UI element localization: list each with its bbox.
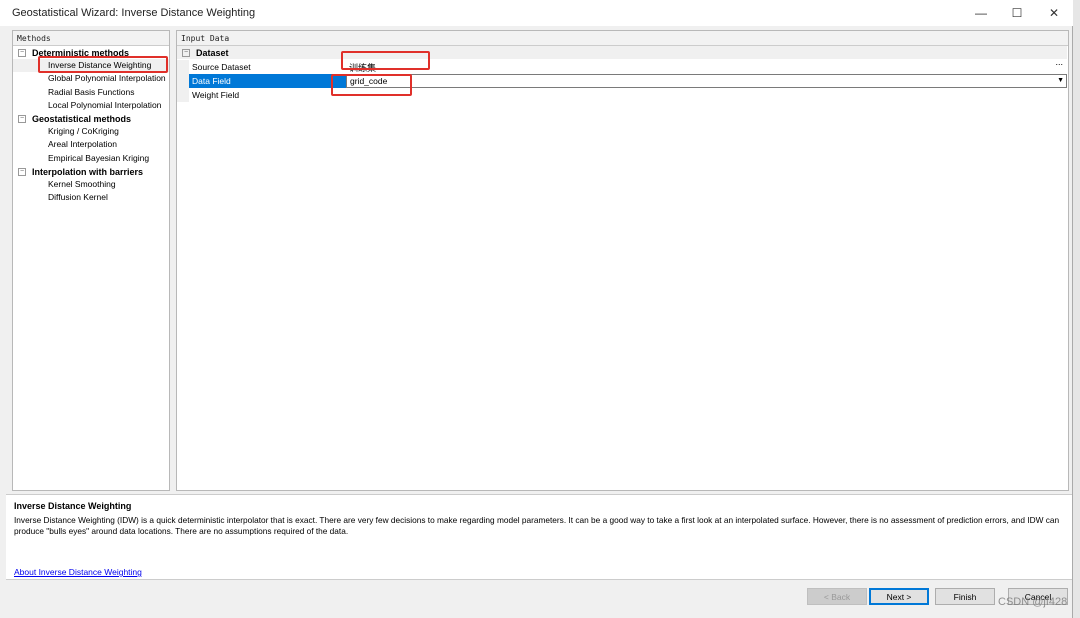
data-field-label: Data Field bbox=[189, 74, 346, 88]
method-item[interactable]: Diffusion Kernel bbox=[13, 191, 169, 204]
method-item[interactable]: Areal Interpolation bbox=[13, 138, 169, 151]
method-item[interactable]: Empirical Bayesian Kriging bbox=[13, 152, 169, 165]
back-button[interactable]: < Back bbox=[807, 588, 867, 605]
next-button[interactable]: Next > bbox=[869, 588, 929, 605]
method-item[interactable]: Global Polynomial Interpolation bbox=[13, 72, 169, 85]
title-bar: Geostatistical Wizard: Inverse Distance … bbox=[0, 0, 1073, 26]
method-group[interactable]: − Interpolation with barriers bbox=[13, 165, 169, 178]
maximize-button[interactable]: ☐ bbox=[999, 0, 1035, 26]
weight-field-row[interactable]: Weight Field bbox=[177, 88, 1067, 102]
methods-header: Methods bbox=[13, 31, 169, 46]
highlight-box-source bbox=[341, 51, 430, 70]
highlight-box-field bbox=[331, 74, 412, 96]
collapse-icon[interactable]: − bbox=[182, 48, 190, 57]
description-pane: Inverse Distance Weighting Inverse Dista… bbox=[6, 494, 1072, 580]
source-dataset-row[interactable]: Source Dataset 训练集 ... bbox=[177, 57, 1067, 74]
collapse-icon[interactable]: − bbox=[18, 114, 26, 123]
browse-button[interactable]: ... bbox=[1055, 57, 1063, 67]
method-group-label: Interpolation with barriers bbox=[32, 166, 144, 177]
data-field-row[interactable]: Data Field grid_code ▼ bbox=[177, 74, 1067, 88]
dropdown-arrow-icon[interactable]: ▼ bbox=[1057, 75, 1064, 87]
method-group-label: Geostatistical methods bbox=[32, 113, 132, 124]
method-group[interactable]: − Geostatistical methods bbox=[13, 112, 169, 125]
methods-panel: Methods − Deterministic methods Inverse Di… bbox=[12, 30, 170, 491]
window-title: Geostatistical Wizard: Inverse Distance … bbox=[12, 7, 256, 19]
description-text: Inverse Distance Weighting (IDW) is a qu… bbox=[14, 515, 1060, 536]
data-field-select[interactable]: grid_code ▼ bbox=[346, 74, 1067, 88]
input-data-panel: Input Data − Dataset Source Dataset 训练集 .… bbox=[176, 30, 1069, 491]
input-data-header: Input Data bbox=[177, 31, 1068, 46]
method-item[interactable]: Kernel Smoothing bbox=[13, 178, 169, 191]
collapse-icon[interactable]: − bbox=[18, 48, 26, 57]
method-item[interactable]: Local Polynomial Interpolation bbox=[13, 99, 169, 112]
minimize-button[interactable]: — bbox=[963, 0, 999, 26]
finish-button[interactable]: Finish bbox=[935, 588, 995, 605]
method-item[interactable]: Kriging / CoKriging bbox=[13, 125, 169, 138]
dataset-group[interactable]: − Dataset bbox=[177, 46, 1067, 59]
weight-field-label: Weight Field bbox=[192, 90, 240, 100]
method-item[interactable]: Radial Basis Functions bbox=[13, 86, 169, 99]
source-dataset-label: Source Dataset bbox=[192, 62, 251, 72]
wizard-window: Geostatistical Wizard: Inverse Distance … bbox=[0, 0, 1073, 618]
dataset-group-label: Dataset bbox=[196, 47, 229, 58]
watermark: CSDN @jf428 bbox=[998, 596, 1068, 608]
about-idw-link[interactable]: About Inverse Distance Weighting bbox=[14, 567, 142, 577]
close-button[interactable]: ✕ bbox=[1036, 0, 1072, 26]
collapse-icon[interactable]: − bbox=[18, 167, 26, 176]
description-title: Inverse Distance Weighting bbox=[14, 501, 132, 511]
highlight-box-method bbox=[38, 56, 168, 73]
